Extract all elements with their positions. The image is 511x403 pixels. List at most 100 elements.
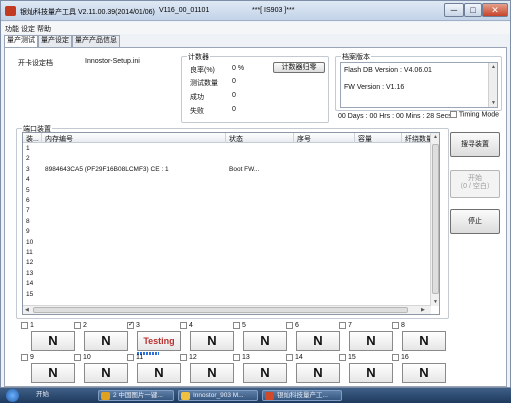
- reset-counter-button[interactable]: 计数器归零: [273, 62, 325, 73]
- port-slot[interactable]: 6N: [286, 322, 341, 354]
- table-row[interactable]: 6: [23, 196, 431, 206]
- port-slot[interactable]: 5N: [233, 322, 288, 354]
- port-checkbox[interactable]: 16: [392, 354, 409, 361]
- port-checkbox-box[interactable]: [74, 354, 81, 361]
- port-checkbox-box[interactable]: [180, 322, 187, 329]
- port-slot[interactable]: 1N: [21, 322, 76, 354]
- port-checkbox-box[interactable]: [286, 322, 293, 329]
- port-slot[interactable]: 11 N: [127, 354, 182, 386]
- version-listbox[interactable]: Flash DB Version : V4.06.01 FW Version :…: [340, 62, 498, 108]
- port-checkbox[interactable]: 5: [233, 322, 246, 329]
- col-header-serial[interactable]: 序号: [297, 134, 311, 144]
- col-header-port[interactable]: 装...: [26, 134, 39, 144]
- menu-function[interactable]: 功能: [5, 24, 19, 34]
- port-checkbox[interactable]: 1: [21, 322, 34, 329]
- start-orb-icon[interactable]: [6, 389, 19, 402]
- port-checkbox-box[interactable]: [339, 322, 346, 329]
- port-checkbox[interactable]: 15: [339, 354, 356, 361]
- table-row[interactable]: 9: [23, 227, 431, 237]
- stop-button[interactable]: 停止: [450, 209, 500, 234]
- table-row[interactable]: 13: [23, 269, 431, 279]
- menu-settings[interactable]: 设定: [21, 24, 35, 34]
- col-header-bad-blocks[interactable]: 纤绕数量: [405, 134, 433, 144]
- table-scroll-down-icon[interactable]: ▼: [433, 299, 438, 305]
- taskbar-start-label[interactable]: 开始: [22, 390, 54, 401]
- table-row[interactable]: 2: [23, 154, 431, 164]
- scroll-up-icon[interactable]: ▲: [491, 64, 496, 70]
- table-horizontal-scrollbar[interactable]: ◀ ▶: [23, 305, 431, 314]
- port-checkbox[interactable]: 8: [392, 322, 405, 329]
- port-checkbox-box[interactable]: [180, 354, 187, 361]
- port-checkbox-box[interactable]: [21, 322, 28, 329]
- table-scroll-right-icon[interactable]: ▶: [421, 307, 425, 313]
- table-row[interactable]: 5: [23, 186, 431, 196]
- port-checkbox-box[interactable]: [339, 354, 346, 361]
- port-checkbox[interactable]: 2: [74, 322, 87, 329]
- taskbar-item-folder[interactable]: Innostor_903 M...: [178, 390, 258, 401]
- port-checkbox-box[interactable]: [392, 322, 399, 329]
- maximize-button[interactable]: □: [464, 3, 482, 17]
- table-scroll-left-icon[interactable]: ◀: [25, 307, 29, 313]
- port-checkbox-box[interactable]: [74, 322, 81, 329]
- rescan-button[interactable]: 搜寻装置: [450, 132, 500, 157]
- table-row[interactable]: 12: [23, 258, 431, 268]
- start-button[interactable]: 开始 （0 / 空白）: [450, 170, 500, 198]
- table-row[interactable]: 1: [23, 144, 431, 154]
- tab-product-info[interactable]: 量产产品信息: [72, 35, 120, 47]
- close-button[interactable]: ✕: [482, 3, 508, 17]
- port-slot[interactable]: 3Testing: [127, 320, 182, 355]
- menu-help[interactable]: 帮助: [37, 24, 51, 34]
- title-bar[interactable]: 银灿科技量产工具 V2.11.00.39(2014/01/06) V116_00…: [1, 1, 510, 21]
- port-checkbox[interactable]: 12: [180, 354, 197, 361]
- timing-mode-checkbox[interactable]: Timing Mode: [450, 111, 499, 118]
- port-slot[interactable]: 8N: [392, 322, 447, 354]
- table-vertical-scrollbar[interactable]: ▲ ▼: [430, 133, 439, 306]
- port-checkbox[interactable]: 9: [21, 354, 34, 361]
- scroll-down-icon[interactable]: ▼: [491, 100, 496, 106]
- table-row[interactable]: 7: [23, 206, 431, 216]
- taskbar-item-app[interactable]: 银灿科技量产工...: [262, 390, 342, 401]
- port-slot[interactable]: 9N: [21, 354, 76, 386]
- port-slot[interactable]: 13 N: [233, 354, 288, 386]
- device-table[interactable]: 装... 内存编号 状态 序号 容量 纤绕数量 1 2 3 8984643CA5 (P…: [22, 132, 440, 315]
- table-row[interactable]: 3 8984643CA5 (PF29F16B08LCMF3) CE : 1 Boot…: [23, 165, 431, 175]
- table-row[interactable]: 8: [23, 217, 431, 227]
- table-horizontal-thumb[interactable]: [33, 307, 408, 313]
- table-vertical-thumb[interactable]: [432, 144, 439, 294]
- table-row[interactable]: 4: [23, 175, 431, 185]
- port-checkbox-box[interactable]: [233, 322, 240, 329]
- timing-mode-box[interactable]: [450, 111, 457, 118]
- port-checkbox[interactable]: 10: [74, 354, 91, 361]
- port-checkbox-box[interactable]: [233, 354, 240, 361]
- port-checkbox[interactable]: 3: [127, 320, 140, 329]
- port-checkbox[interactable]: 13: [233, 354, 250, 361]
- col-header-status[interactable]: 状态: [229, 134, 243, 144]
- version-scrollbar[interactable]: ▲ ▼: [488, 63, 497, 107]
- port-checkbox-box[interactable]: [21, 354, 28, 361]
- table-row[interactable]: 10: [23, 238, 431, 248]
- port-slot[interactable]: 4N: [180, 322, 235, 354]
- table-row[interactable]: 11: [23, 248, 431, 258]
- port-checkbox[interactable]: 7: [339, 322, 352, 329]
- tab-production-settings[interactable]: 量产设定: [38, 35, 72, 47]
- col-header-capacity[interactable]: 容量: [358, 134, 372, 144]
- taskbar-item-browser[interactable]: 2 中国图片一键...: [98, 390, 174, 401]
- port-checkbox[interactable]: 14: [286, 354, 303, 361]
- port-checkbox-box[interactable]: [286, 354, 293, 361]
- minimize-button[interactable]: ─: [444, 3, 464, 17]
- port-slot[interactable]: 2N: [74, 322, 129, 354]
- port-checkbox[interactable]: 4: [180, 322, 193, 329]
- port-slot[interactable]: 10 N: [74, 354, 129, 386]
- port-slot[interactable]: 15 N: [339, 354, 394, 386]
- table-row[interactable]: 14: [23, 279, 431, 289]
- port-slot[interactable]: 14 N: [286, 354, 341, 386]
- port-slot[interactable]: 16 N: [392, 354, 447, 386]
- port-slot[interactable]: 7N: [339, 322, 394, 354]
- port-checkbox[interactable]: 6: [286, 322, 299, 329]
- table-row[interactable]: 15: [23, 290, 431, 300]
- port-checkbox-box[interactable]: [127, 320, 134, 329]
- port-checkbox-box[interactable]: [392, 354, 399, 361]
- port-checkbox-box[interactable]: [127, 354, 134, 361]
- table-scroll-up-icon[interactable]: ▲: [433, 134, 438, 140]
- port-checkbox[interactable]: 11: [127, 354, 143, 361]
